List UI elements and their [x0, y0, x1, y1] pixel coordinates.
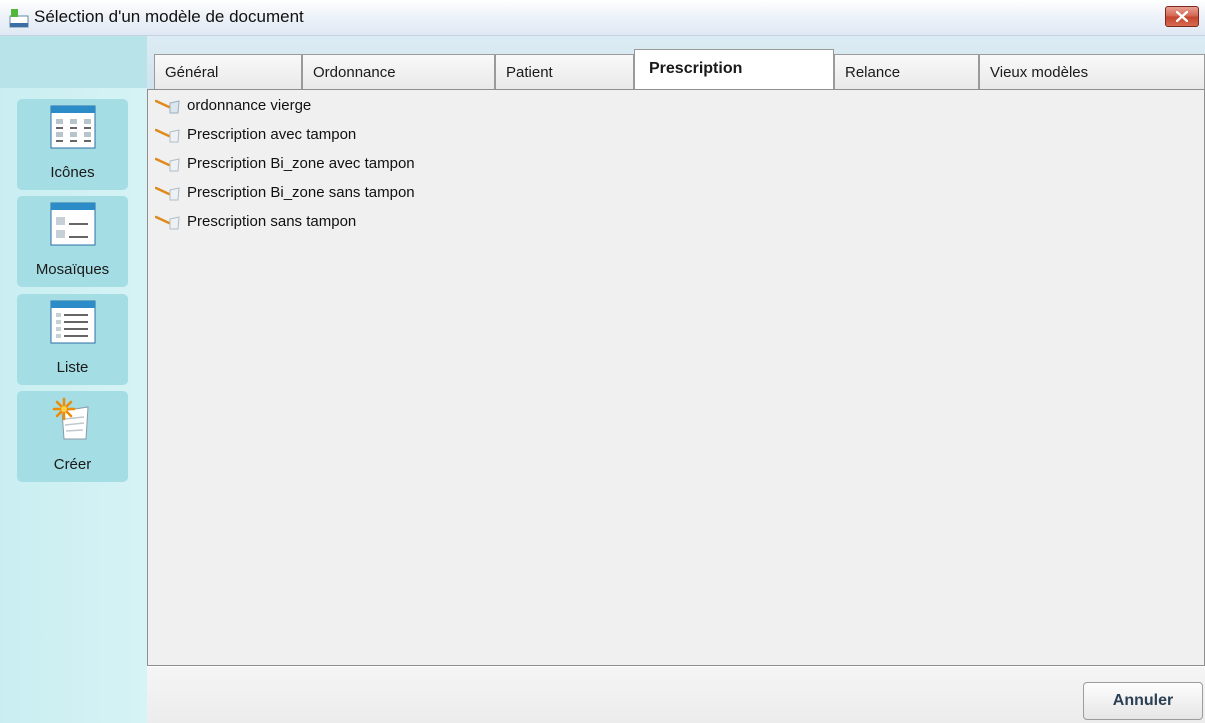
- tab-vieux-modeles[interactable]: Vieux modèles: [979, 54, 1205, 89]
- list-view-icon: [50, 300, 96, 344]
- tab-ordonnance[interactable]: Ordonnance: [302, 54, 495, 89]
- cancel-button[interactable]: Annuler: [1083, 682, 1203, 720]
- tab-patient[interactable]: Patient: [495, 54, 634, 89]
- tab-prescription[interactable]: Prescription: [634, 49, 834, 91]
- window-title: Sélection d'un modèle de document: [34, 7, 304, 26]
- list-view-button[interactable]: Liste: [17, 294, 128, 385]
- list-item-label: Prescription Bi_zone avec tampon: [187, 155, 415, 172]
- list-item-label: Prescription sans tampon: [187, 213, 357, 230]
- tab-general[interactable]: Général: [154, 54, 302, 89]
- document-template-icon: [155, 157, 180, 172]
- dialog-footer: Annuler: [147, 667, 1205, 723]
- icons-view-icon: [50, 105, 96, 149]
- tab-strip: Général Ordonnance Patient Prescription …: [147, 36, 1205, 91]
- create-button[interactable]: Créer: [17, 391, 128, 482]
- icons-view-button[interactable]: Icônes: [17, 99, 128, 190]
- tiles-view-icon: [50, 202, 96, 246]
- icons-view-label: Icônes: [50, 164, 95, 181]
- close-icon: [1176, 11, 1188, 22]
- create-document-icon: [52, 397, 89, 440]
- document-template-icon: [155, 128, 180, 143]
- tiles-view-label: Mosaïques: [35, 261, 110, 278]
- list-item-label: Prescription Bi_zone sans tampon: [187, 184, 415, 201]
- app-icon: [9, 9, 29, 28]
- document-template-icon: [155, 99, 180, 114]
- create-label: Créer: [53, 456, 92, 473]
- document-template-icon: [155, 186, 180, 201]
- list-item-label: ordonnance vierge: [187, 97, 312, 114]
- document-template-icon: [155, 215, 180, 230]
- view-sidebar: Icônes Mosaïques Liste Créer: [0, 36, 147, 723]
- template-list: ordonnance vierge Prescription avec tamp…: [147, 89, 1205, 666]
- sidebar-header: [0, 36, 147, 88]
- list-item-label: Prescription avec tampon: [187, 126, 357, 143]
- tiles-view-button[interactable]: Mosaïques: [17, 196, 128, 287]
- tab-relance[interactable]: Relance: [834, 54, 979, 89]
- list-view-label: Liste: [56, 359, 89, 376]
- close-button[interactable]: [1165, 6, 1199, 27]
- title-bar: Sélection d'un modèle de document: [0, 0, 1205, 36]
